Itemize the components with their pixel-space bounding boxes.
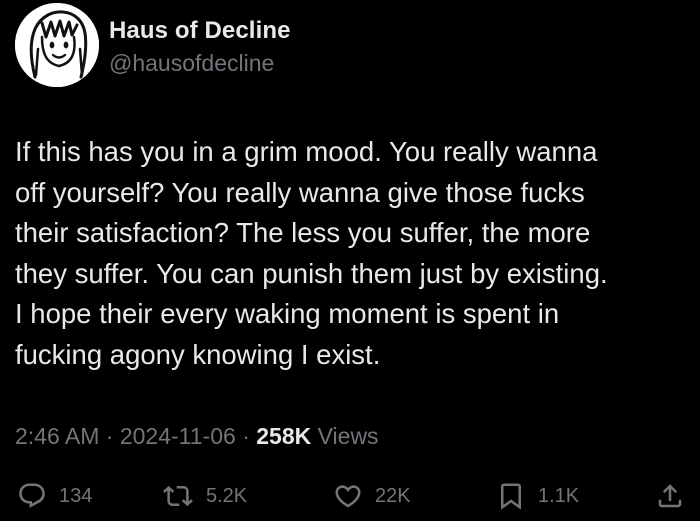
reply-icon xyxy=(19,483,45,508)
tweet-text: If this has you in a grim mood. You real… xyxy=(15,136,608,370)
meta-separator: · xyxy=(242,423,250,449)
tweet-time[interactable]: 2:46 AM xyxy=(15,423,99,449)
reply-count: 134 xyxy=(59,484,93,507)
like-button[interactable]: 22K xyxy=(333,478,411,514)
tweet-header: Haus of Decline @hausofdecline xyxy=(15,3,291,87)
views-label: Views xyxy=(317,423,379,449)
share-icon xyxy=(658,484,682,508)
share-button[interactable] xyxy=(655,478,685,514)
tweet-meta: 2:46 AM · 2024-11-06 · 258K Views xyxy=(15,420,379,452)
bookmark-icon xyxy=(501,483,521,510)
display-name[interactable]: Haus of Decline xyxy=(109,16,291,46)
cartoon-face-avatar-icon xyxy=(15,3,99,87)
tweet-date[interactable]: 2024-11-06 xyxy=(120,423,236,449)
meta-separator: · xyxy=(105,423,114,449)
author-names: Haus of Decline @hausofdecline xyxy=(109,16,291,78)
user-handle[interactable]: @hausofdecline xyxy=(109,48,291,78)
action-bar: 134 5.2K 22K 1.1K xyxy=(15,478,687,518)
repost-icon xyxy=(163,485,193,507)
like-count: 22K xyxy=(375,484,411,507)
bookmark-button[interactable]: 1.1K xyxy=(496,478,579,514)
bookmark-count: 1.1K xyxy=(538,484,580,507)
reply-button[interactable]: 134 xyxy=(17,478,92,514)
views-count: 258K xyxy=(256,423,312,449)
repost-count: 5.2K xyxy=(206,484,248,507)
heart-icon xyxy=(335,485,361,508)
repost-button[interactable]: 5.2K xyxy=(162,478,247,514)
avatar[interactable] xyxy=(15,3,99,87)
